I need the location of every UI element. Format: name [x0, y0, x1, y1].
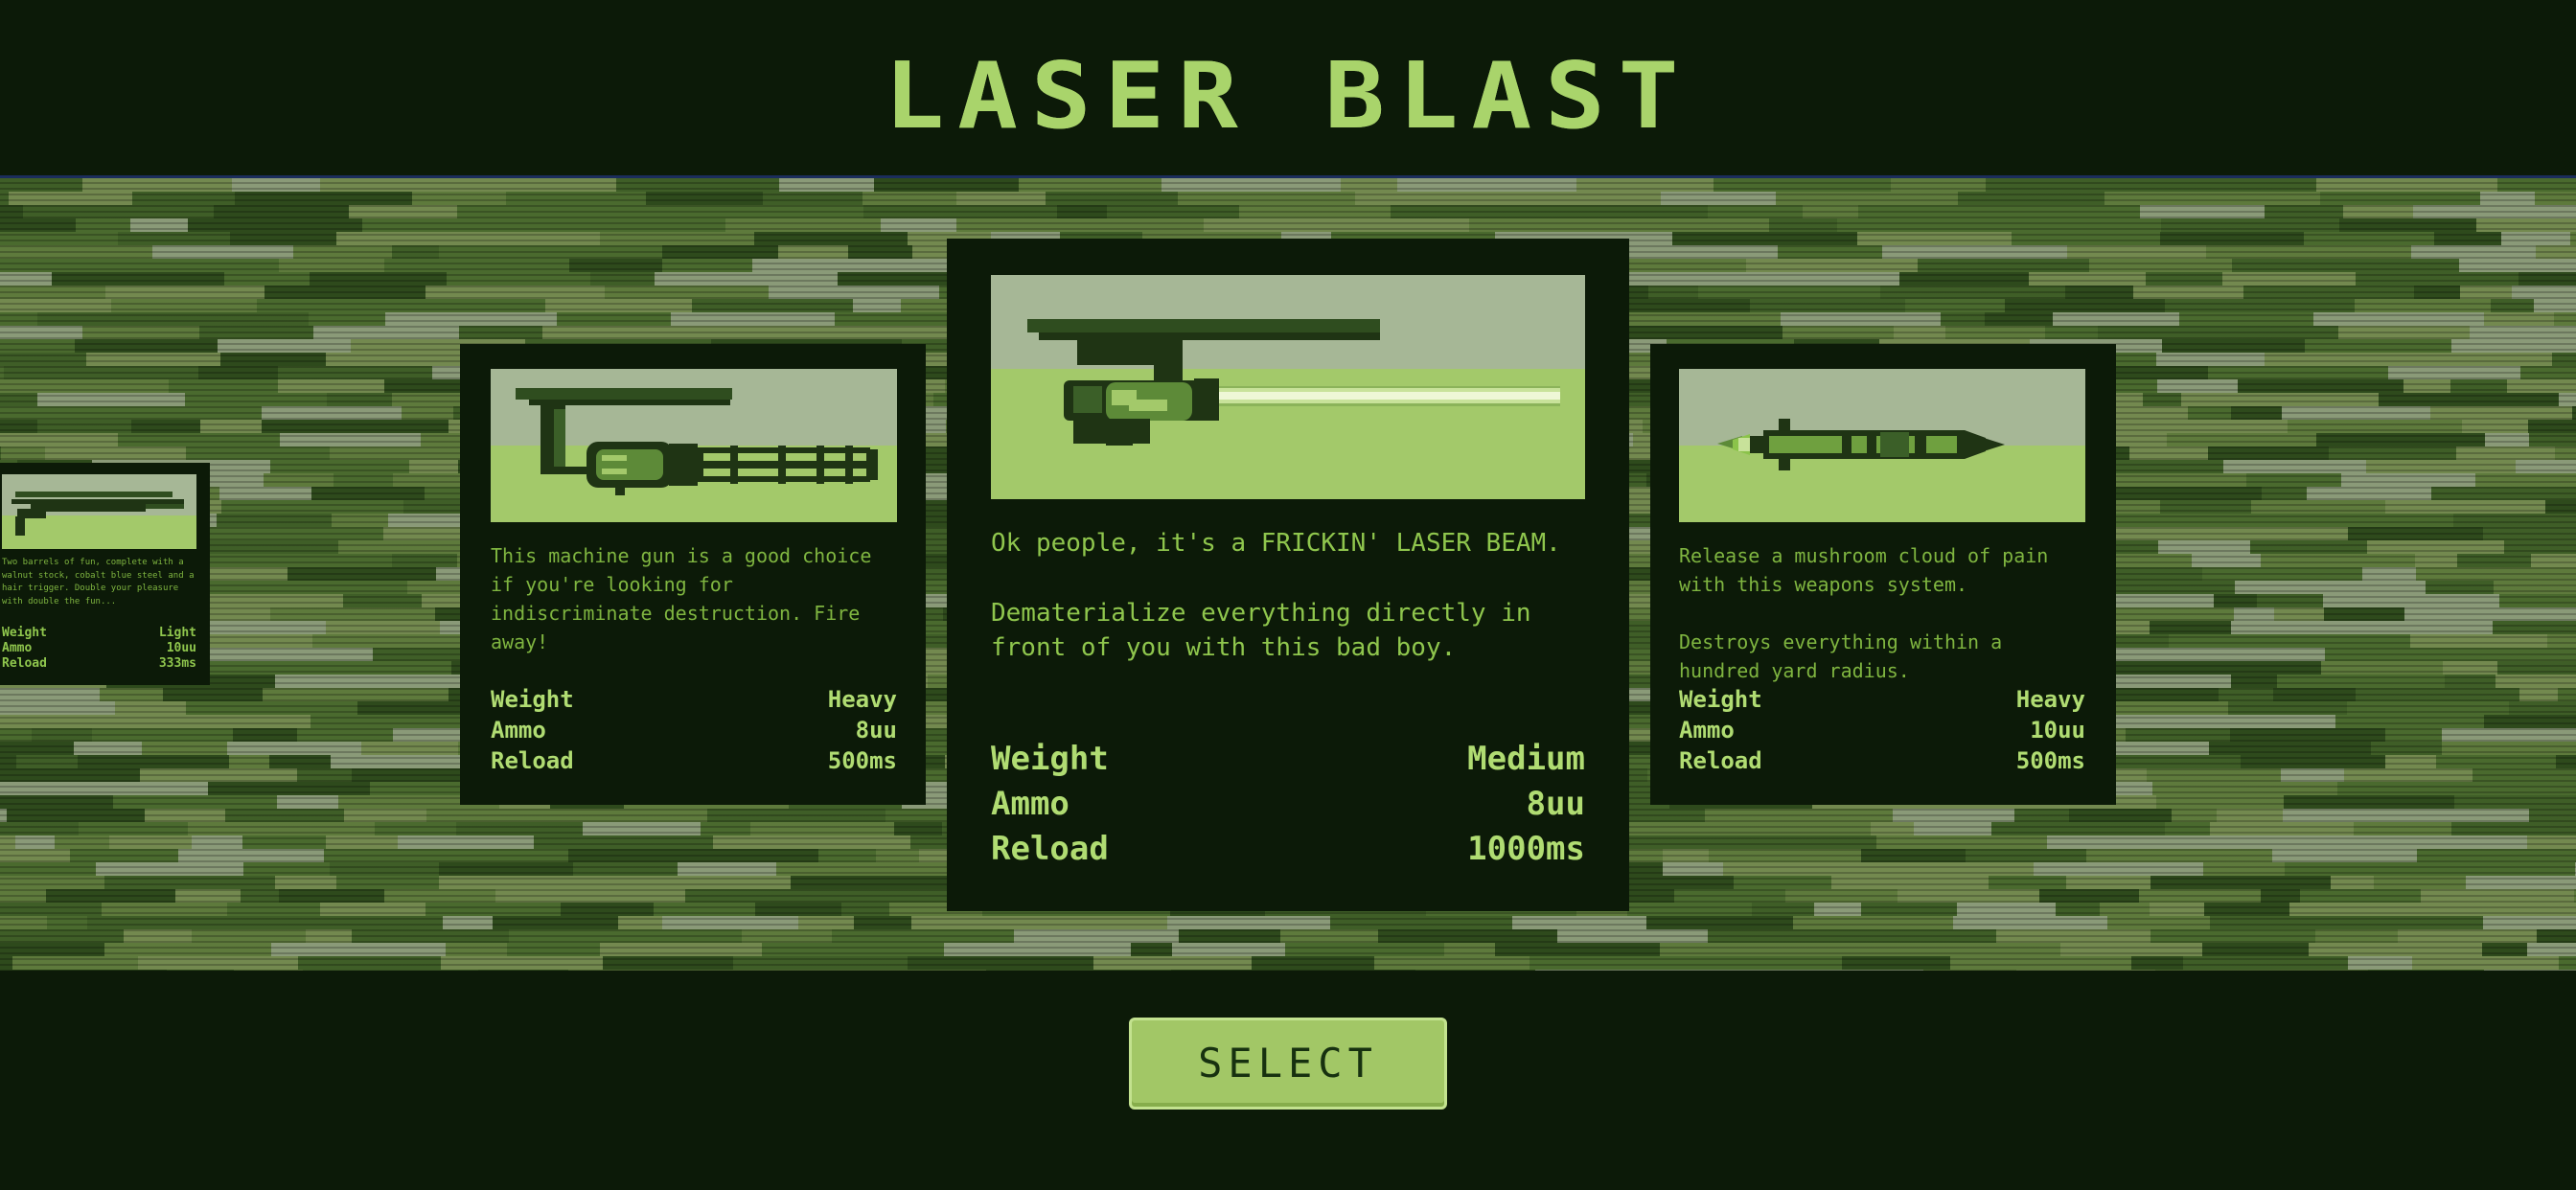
- stat-weight: Weight Heavy: [491, 686, 897, 713]
- weapon-image-laser-beam: [991, 275, 1585, 499]
- weapon-card-machine-gun[interactable]: This machine gun is a good choice if you…: [460, 344, 926, 805]
- weapon-image-rocket: [1679, 369, 2085, 522]
- weapon-stats: Weight Heavy Ammo 10uu Reload 500ms: [1679, 684, 2085, 776]
- stat-reload: Reload 500ms: [491, 747, 897, 774]
- stat-ammo: Ammo 8uu: [991, 785, 1585, 823]
- weapon-select-screen: LASER BLAST Two barrels of fun, complete…: [0, 0, 2576, 1190]
- rocket-icon: [1717, 419, 2005, 470]
- game-title: LASER BLAST: [884, 41, 1692, 150]
- weapon-card-pistol[interactable]: Two barrels of fun, complete with a waln…: [0, 463, 210, 685]
- stat-reload: Reload 1000ms: [991, 830, 1585, 868]
- stat-reload: Reload 333ms: [2, 656, 196, 671]
- stat-ammo: Ammo 8uu: [491, 717, 897, 744]
- weapon-stats: Weight Heavy Ammo 8uu Reload 500ms: [491, 684, 897, 776]
- minigun-icon: [516, 388, 878, 497]
- stat-weight: Weight Light: [2, 626, 196, 640]
- stat-ammo: Ammo 10uu: [1679, 717, 2085, 744]
- laser-gun-icon: [1027, 319, 1560, 446]
- weapon-description: This machine gun is a good choice if you…: [491, 544, 872, 653]
- stat-weight: Weight Medium: [991, 740, 1585, 778]
- weapon-description: Ok people, it's a FRICKIN' LASER BEAM. D…: [991, 529, 1561, 663]
- stat-reload: Reload 500ms: [1679, 747, 2085, 774]
- weapon-stats: Weight Light Ammo 10uu Reload 333ms: [2, 626, 196, 672]
- weapon-stats: Weight Medium Ammo 8uu Reload 1000ms: [991, 737, 1585, 872]
- weapon-card-rocket[interactable]: Release a mushroom cloud of pain with th…: [1650, 344, 2116, 805]
- weapon-image-pistol: [2, 474, 196, 549]
- stat-weight: Weight Heavy: [1679, 686, 2085, 713]
- stat-ammo: Ammo 10uu: [2, 641, 196, 655]
- weapon-description: Two barrels of fun, complete with a waln…: [2, 558, 195, 606]
- weapon-image-machine-gun: [491, 369, 897, 522]
- shotgun-icon: [12, 492, 184, 536]
- select-button[interactable]: SELECT: [1129, 1018, 1447, 1110]
- weapon-card-laser-beam[interactable]: Ok people, it's a FRICKIN' LASER BEAM. D…: [947, 239, 1629, 911]
